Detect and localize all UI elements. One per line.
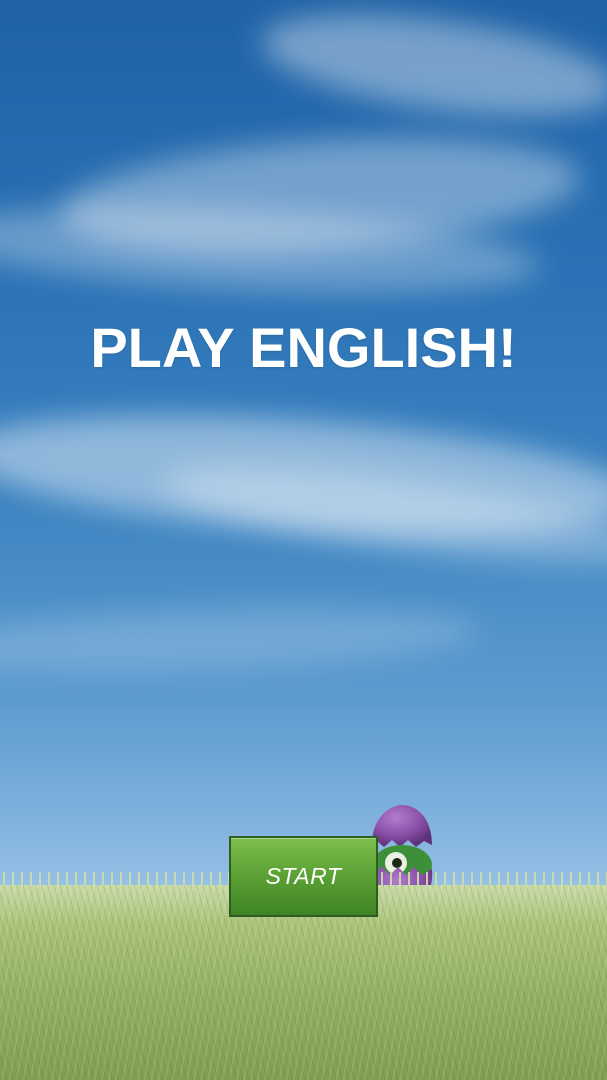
cloud: [0, 600, 481, 680]
start-button[interactable]: START: [229, 836, 378, 917]
game-start-screen: PLAY ENGLISH! START: [0, 0, 607, 1080]
cloud: [255, 0, 607, 135]
start-button-label: START: [265, 863, 342, 889]
game-title: PLAY ENGLISH!: [90, 316, 517, 379]
